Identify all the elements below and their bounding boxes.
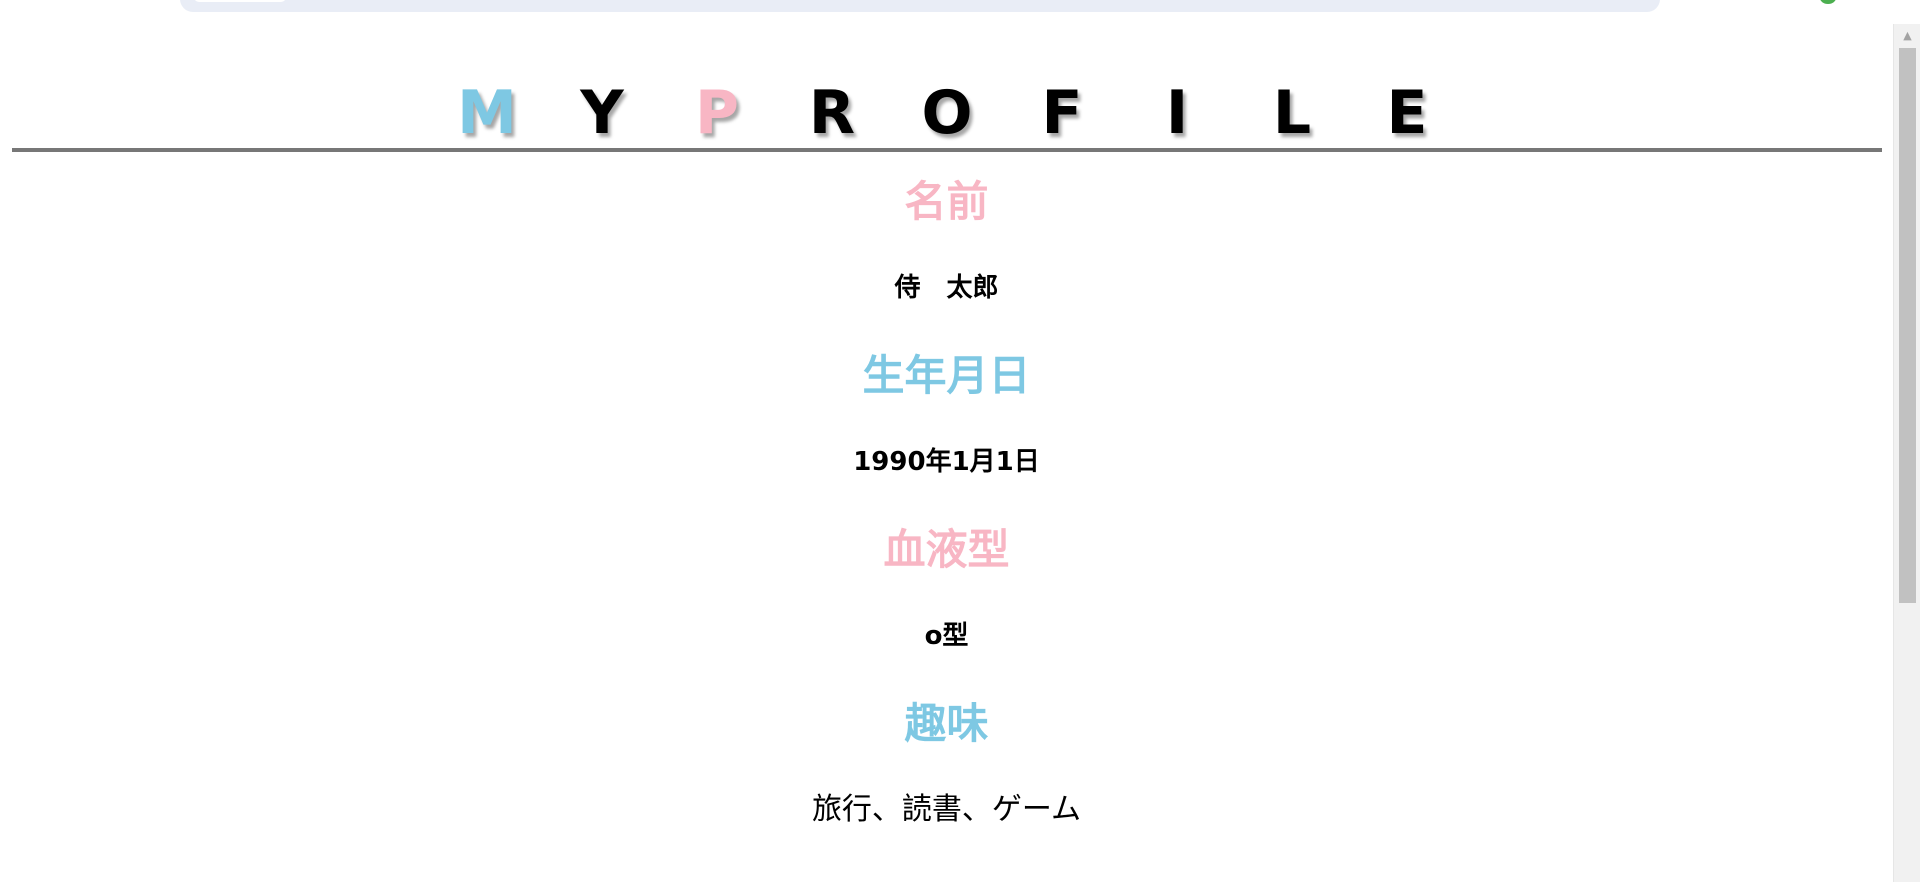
site-header: M Y P R O F I L E bbox=[12, 48, 1882, 152]
scrollbar-thumb[interactable] bbox=[1899, 48, 1916, 603]
birthday-value: 1990年1月1日 bbox=[853, 447, 1040, 477]
logo-letter: E bbox=[1386, 78, 1428, 148]
address-chip[interactable] bbox=[194, 0, 286, 2]
hobby-heading: 趣味 bbox=[904, 699, 989, 748]
name-value: 侍 太郎 bbox=[894, 273, 999, 303]
name-heading: 名前 bbox=[904, 177, 989, 226]
browser-toolbar bbox=[0, 0, 1920, 25]
blood-type-value: o型 bbox=[924, 621, 969, 651]
logo-letter: I bbox=[1165, 78, 1189, 148]
hobby-value: 旅行、読書、ゲーム bbox=[811, 792, 1082, 827]
scroll-up-arrow-icon[interactable]: ▲ bbox=[1894, 24, 1920, 46]
logo-letter: P bbox=[695, 78, 739, 148]
logo-letter: F bbox=[1041, 78, 1083, 148]
page-viewport: M Y P R O F I L E 名前 侍 太郎 生年月日 1990年1月1日… bbox=[0, 24, 1893, 882]
logo-letter: R bbox=[808, 78, 856, 148]
birthday-heading: 生年月日 bbox=[862, 351, 1031, 400]
extension-status-icon[interactable] bbox=[1820, 0, 1836, 4]
profile-content: 名前 侍 太郎 生年月日 1990年1月1日 血液型 o型 趣味 旅行、読書、ゲ… bbox=[0, 174, 1893, 830]
vertical-scrollbar[interactable]: ▲ bbox=[1893, 24, 1920, 882]
site-logo: M Y P R O F I L E bbox=[12, 78, 1882, 148]
logo-letter: L bbox=[1272, 78, 1312, 148]
logo-letter: Y bbox=[580, 78, 624, 148]
logo-letter: O bbox=[921, 78, 973, 148]
address-bar[interactable] bbox=[180, 0, 1660, 12]
logo-letter: M bbox=[457, 78, 517, 148]
blood-type-heading: 血液型 bbox=[883, 525, 1010, 574]
